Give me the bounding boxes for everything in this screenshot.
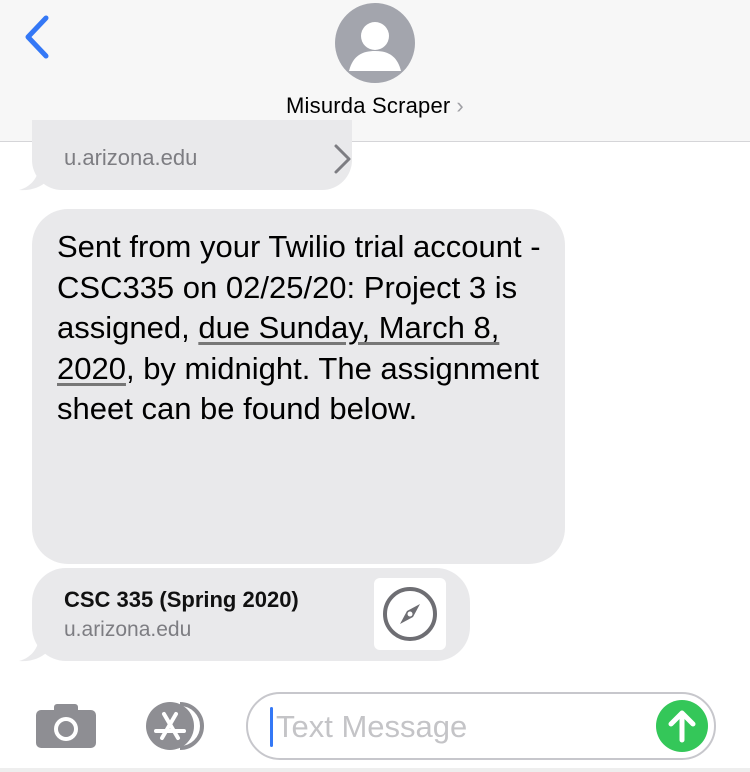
message-bubble: Sent from your Twilio trial account - CS…	[32, 209, 565, 564]
link-preview-partial[interactable]: u.arizona.edu	[32, 120, 352, 190]
send-button[interactable]	[656, 700, 708, 752]
link-thumbnail	[374, 578, 446, 650]
arrow-up-icon	[668, 710, 696, 743]
message-input[interactable]: Text Message	[246, 692, 716, 760]
camera-icon[interactable]	[34, 702, 98, 750]
link-title: CSC 335 (Spring 2020)	[64, 587, 299, 612]
app-store-icon[interactable]	[140, 700, 212, 752]
compass-icon	[383, 587, 437, 641]
person-icon	[349, 22, 401, 71]
message-text: Sent from your Twilio trial account - CS…	[57, 227, 547, 430]
link-domain: u.arizona.edu	[64, 618, 192, 641]
link-preview-card[interactable]: CSC 335 (Spring 2020) u.arizona.edu	[32, 568, 470, 661]
chevron-right-icon: ›	[456, 93, 464, 118]
back-chevron-icon[interactable]	[18, 12, 58, 62]
text-cursor	[270, 707, 273, 747]
message-placeholder: Text Message	[276, 709, 468, 744]
link-domain: u.arizona.edu	[64, 145, 198, 170]
message-text-part: , by midnight. The assignment sheet can …	[57, 350, 539, 427]
contact-avatar[interactable]	[335, 3, 415, 83]
contact-name: Misurda Scraper	[286, 93, 451, 118]
contact-name-row[interactable]: Misurda Scraper ›	[0, 93, 750, 119]
chevron-right-icon	[334, 144, 351, 174]
divider	[0, 768, 750, 772]
